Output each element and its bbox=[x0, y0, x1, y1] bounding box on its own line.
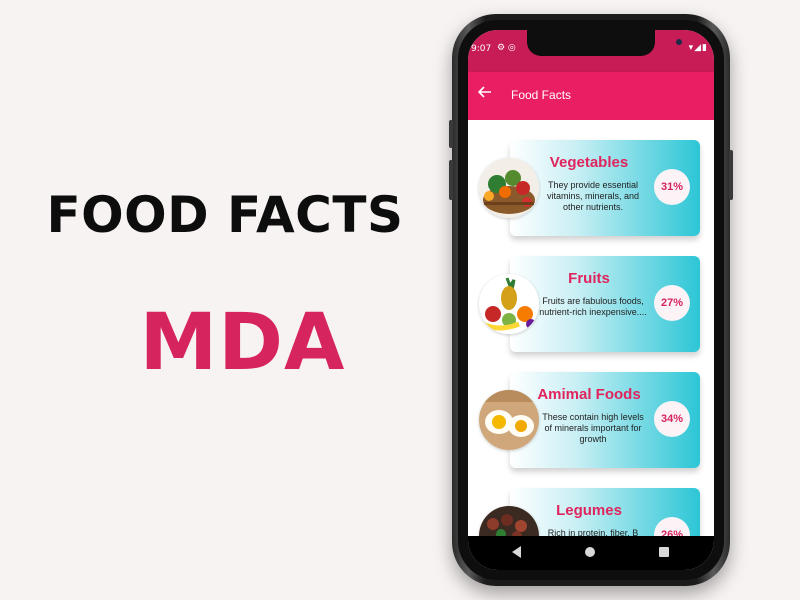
food-percent-badge: 31% bbox=[654, 169, 690, 205]
phone-side-button bbox=[449, 160, 453, 200]
vegetable-basket-image bbox=[479, 158, 539, 218]
status-time: 9:07 bbox=[471, 44, 492, 54]
promo-subtitle: MDA bbox=[139, 298, 346, 388]
food-card-title: Amimal Foods bbox=[537, 386, 641, 403]
back-arrow-icon[interactable] bbox=[477, 85, 494, 103]
food-percent-badge: 27% bbox=[654, 285, 690, 321]
food-card-description: Rich in protein, fiber, B bbox=[547, 528, 639, 536]
food-card-description: Fruits are fabulous foods, nutrient-rich… bbox=[539, 296, 647, 317]
nav-home-icon[interactable] bbox=[585, 547, 595, 557]
status-icons-right: ▾◢▮ bbox=[688, 43, 708, 53]
app-title: Food Facts bbox=[511, 88, 572, 102]
camera-icon bbox=[676, 39, 682, 45]
food-card-description: They provide essential vitamins, mineral… bbox=[546, 180, 640, 212]
status-icons-left: ⚙ ◎ bbox=[497, 43, 516, 53]
food-list[interactable]: Vegetables They provide essential vitami… bbox=[468, 120, 714, 536]
food-card-title: Fruits bbox=[568, 270, 610, 287]
food-card-title: Vegetables bbox=[549, 154, 629, 171]
promo-title: FOOD FACTS bbox=[46, 186, 404, 244]
system-nav-bar bbox=[468, 536, 714, 570]
phone-side-button bbox=[449, 120, 453, 148]
notch bbox=[527, 30, 682, 56]
phone-side-button bbox=[729, 150, 733, 200]
food-percent-badge: 34% bbox=[654, 401, 690, 437]
nav-back-icon[interactable] bbox=[512, 546, 521, 558]
food-percent-badge: 26% bbox=[654, 517, 690, 536]
food-card-description: These contain high levels of minerals im… bbox=[542, 412, 644, 444]
food-card-title: Legumes bbox=[556, 502, 622, 519]
food-card-legumes[interactable]: Legumes Rich in protein, fiber, B 26% bbox=[510, 488, 700, 536]
nav-recent-apps-icon[interactable] bbox=[659, 547, 669, 557]
boiled-eggs-image bbox=[479, 390, 539, 450]
app-bar: Food Facts bbox=[468, 72, 714, 120]
phone-screen: 9:07 ⚙ ◎ ▾◢▮ Food Facts Vegetables They … bbox=[468, 30, 714, 570]
fruit-assortment-image bbox=[479, 274, 539, 334]
